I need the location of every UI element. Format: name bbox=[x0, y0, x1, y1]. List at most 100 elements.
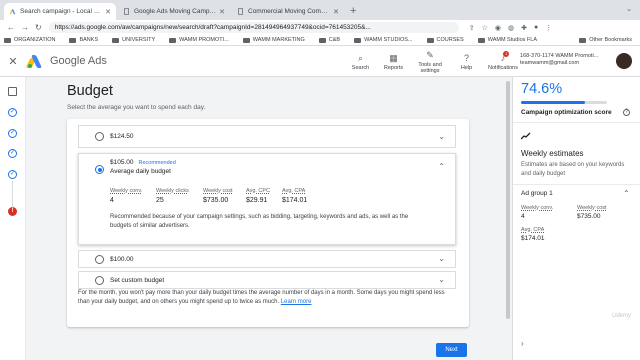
wrench-icon: ✎ bbox=[426, 49, 434, 60]
address-bar-row: ← → ↻ https://ads.google.com/aw/campaign… bbox=[0, 20, 640, 35]
budget-option[interactable]: $124.50 ⌄ bbox=[78, 125, 456, 148]
extension-icon[interactable]: ◍ bbox=[508, 24, 514, 32]
next-button[interactable]: Next bbox=[436, 343, 467, 357]
radio-button[interactable] bbox=[95, 276, 104, 285]
step-connector bbox=[12, 181, 13, 207]
budget-option-recommended[interactable]: $105.00 Recommended Average daily budget … bbox=[78, 153, 456, 245]
folder-icon bbox=[69, 37, 77, 43]
learn-more-link[interactable]: Learn more bbox=[281, 299, 312, 305]
budget-footnote: For the month, you won't pay more than y… bbox=[78, 290, 445, 305]
metric-weekly-cost: Weekly cost $735.00 bbox=[203, 188, 233, 204]
chevron-down-icon[interactable]: ⌄ bbox=[438, 132, 445, 141]
budget-option-sublabel: Average daily budget bbox=[110, 168, 171, 175]
check-circle-icon[interactable]: ✓ bbox=[8, 108, 17, 117]
metric-weekly-clicks: Weekly clicks 25 bbox=[156, 188, 189, 204]
browser-tab[interactable]: Google Ads Moving Campaign. ✕ bbox=[118, 3, 230, 20]
profile-icon[interactable]: ● bbox=[534, 24, 538, 32]
bookmark-folder[interactable]: BANKS bbox=[69, 37, 98, 43]
optimization-score: 74.6% bbox=[521, 81, 563, 97]
close-tab-icon[interactable]: ✕ bbox=[105, 8, 111, 16]
optimization-score-label: Campaign optimization score bbox=[521, 109, 612, 116]
star-icon[interactable]: ☆ bbox=[482, 24, 488, 32]
panel-metric-avg-cpa: Avg. CPA $174.01 bbox=[521, 227, 545, 242]
reload-icon[interactable]: ↻ bbox=[35, 23, 42, 32]
bookmark-folder[interactable]: WAMM Studios FLA bbox=[477, 37, 537, 43]
browser-tab[interactable]: Commercial Moving Company ✕ bbox=[232, 3, 344, 20]
search-icon: ⌕ bbox=[357, 52, 364, 63]
bookmark-folder[interactable]: WAMM STUDIOS... bbox=[354, 37, 413, 43]
google-ads-logo bbox=[25, 54, 44, 68]
new-tab-icon[interactable]: + bbox=[350, 5, 356, 17]
close-icon[interactable]: ✕ bbox=[0, 55, 26, 68]
browser-tab-title: Commercial Moving Company bbox=[248, 8, 331, 15]
browser-tab[interactable]: Search campaign - Local Mov ✕ bbox=[4, 3, 116, 20]
radio-button[interactable] bbox=[95, 255, 104, 264]
other-bookmarks[interactable]: Other Bookmarks bbox=[579, 37, 632, 43]
optimization-progress-bar bbox=[521, 101, 607, 104]
scrollbar-thumb[interactable] bbox=[506, 81, 510, 319]
tab-search-icon[interactable]: ⌄ bbox=[626, 5, 632, 13]
account-email: teamwamm@gmail.com bbox=[520, 60, 580, 66]
check-circle-icon[interactable]: ✓ bbox=[8, 129, 17, 138]
browser-tab-title: Google Ads Moving Campaign. bbox=[134, 8, 217, 15]
folder-icon bbox=[4, 37, 11, 43]
radio-button[interactable] bbox=[95, 132, 104, 141]
recommendation-text: Recommended because of your campaign set… bbox=[110, 214, 409, 229]
bookmark-folder[interactable]: COURSES bbox=[426, 37, 464, 43]
reports-icon: ▦ bbox=[389, 52, 398, 63]
folder-icon bbox=[426, 37, 434, 43]
bookmark-folder[interactable]: ORGANIZATION bbox=[4, 37, 55, 43]
nav-notifications-button[interactable]: ♪ 1 Notifications bbox=[483, 46, 523, 77]
nav-tools-button[interactable]: ✎ Tools and settings bbox=[410, 46, 450, 77]
close-tab-icon[interactable]: ✕ bbox=[219, 8, 225, 16]
budget-option-custom[interactable]: Set custom budget ⌄ bbox=[78, 271, 456, 289]
chevron-down-icon[interactable]: ⌄ bbox=[438, 275, 445, 284]
alert-icon[interactable]: ! bbox=[8, 207, 17, 216]
folder-icon bbox=[354, 37, 362, 43]
step-rail: ✓ ✓ ✓ ✓ ! bbox=[0, 77, 26, 360]
check-circle-icon[interactable]: ✓ bbox=[8, 170, 17, 179]
help-icon[interactable]: ? bbox=[623, 109, 630, 116]
trend-icon bbox=[521, 132, 531, 140]
bookmarks-bar: ORGANIZATION BANKS UNIVERSITY WAMM PROMO… bbox=[0, 35, 640, 46]
folder-icon bbox=[242, 37, 250, 43]
budget-option-label: Set custom budget bbox=[110, 277, 165, 284]
avatar[interactable] bbox=[616, 53, 632, 69]
watermark: Udemy bbox=[612, 313, 632, 319]
budget-option[interactable]: $100.00 ⌄ bbox=[78, 250, 456, 268]
back-icon[interactable]: ← bbox=[7, 23, 15, 32]
nav-reports-button[interactable]: ▦ Reports bbox=[377, 46, 410, 77]
scrollbar[interactable] bbox=[506, 77, 510, 319]
check-circle-icon[interactable]: ✓ bbox=[8, 149, 17, 158]
share-icon[interactable]: ⇪ bbox=[469, 24, 475, 32]
budget-option-label: $124.50 bbox=[110, 133, 134, 140]
forward-icon[interactable]: → bbox=[21, 23, 29, 32]
bookmark-folder[interactable]: WAMM MARKETING bbox=[242, 37, 305, 43]
chevron-up-icon[interactable]: ⌃ bbox=[438, 162, 445, 171]
bookmark-folder[interactable]: C&B bbox=[318, 37, 340, 43]
nav-search-button[interactable]: ⌕ Search bbox=[344, 46, 377, 77]
chevron-down-icon[interactable]: ⌄ bbox=[438, 254, 445, 263]
bookmark-folder[interactable]: WAMM PROMOTI... bbox=[169, 37, 229, 43]
radio-button-selected[interactable] bbox=[95, 165, 104, 174]
weekly-estimates-title: Weekly estimates bbox=[521, 149, 584, 158]
metric-avg-cpa: Avg. CPA $174.01 bbox=[282, 188, 308, 204]
app-header: ✕ Google Ads ⌕ Search ▦ Reports ✎ Tools … bbox=[0, 46, 640, 77]
account-info[interactable]: 168-370-1174 WAMM Promoti... teamwamm@gm… bbox=[520, 53, 598, 67]
bookmark-folder[interactable]: UNIVERSITY bbox=[112, 37, 155, 43]
chevron-right-icon[interactable]: › bbox=[521, 339, 524, 348]
menu-kebab-icon[interactable]: ⋮ bbox=[545, 24, 552, 32]
puzzle-icon[interactable]: ✚ bbox=[521, 24, 527, 32]
main-content: Budget Select the average you want to sp… bbox=[26, 77, 512, 360]
page-title: Budget bbox=[67, 83, 113, 99]
divider bbox=[513, 122, 640, 123]
help-icon: ? bbox=[463, 52, 469, 63]
metric-avg-cpc: Avg. CPC $29.91 bbox=[246, 188, 271, 204]
extension-icon[interactable]: ◉ bbox=[495, 24, 501, 32]
divider bbox=[513, 184, 640, 185]
chevron-up-icon[interactable]: ⌃ bbox=[623, 189, 630, 198]
document-icon[interactable] bbox=[8, 87, 17, 96]
url-field[interactable]: https://ads.google.com/aw/campaigns/new/… bbox=[48, 22, 459, 33]
nav-help-button[interactable]: ? Help bbox=[450, 46, 483, 77]
close-tab-icon[interactable]: ✕ bbox=[333, 8, 339, 16]
